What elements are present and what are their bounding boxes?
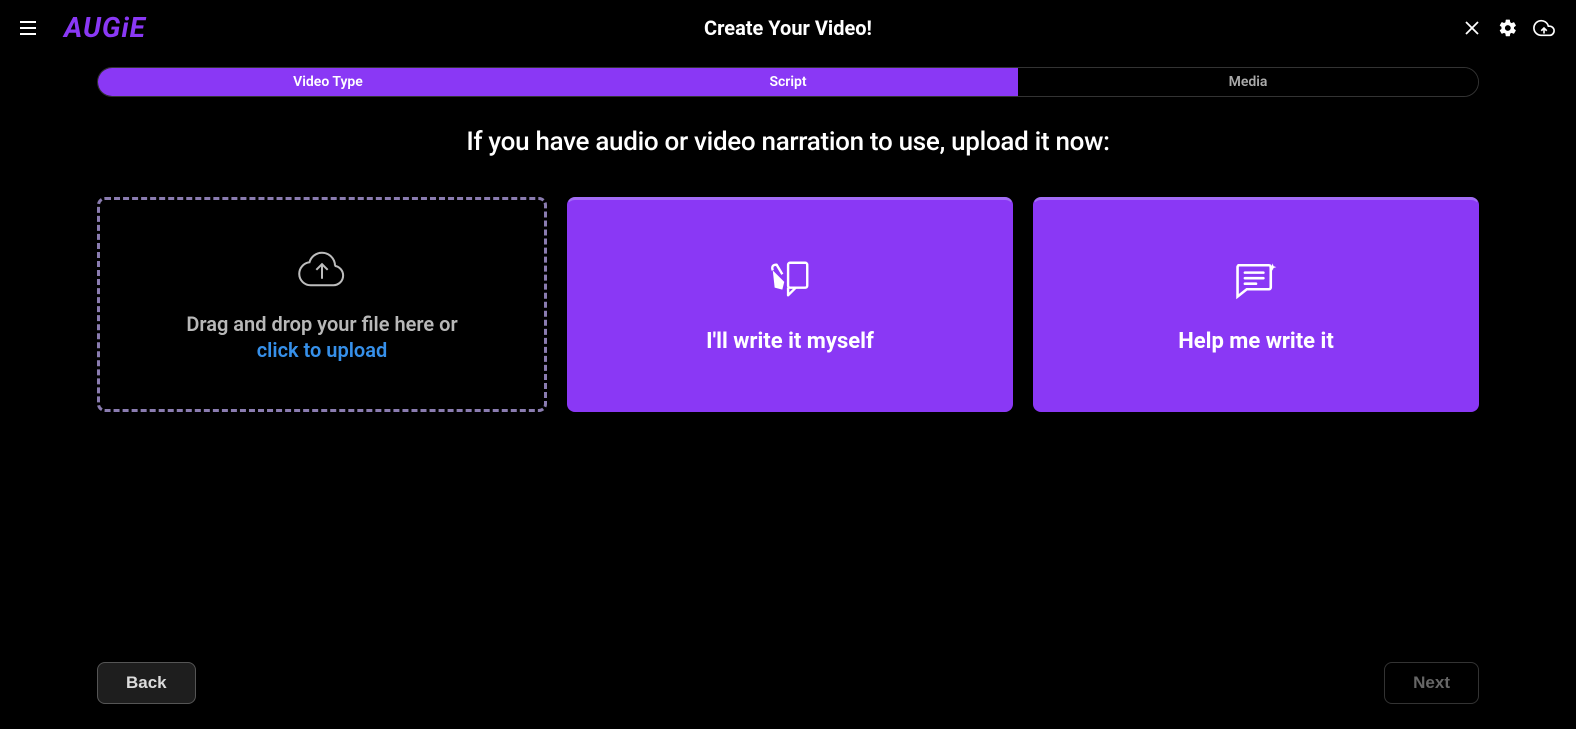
write-myself-label: I'll write it myself: [706, 329, 874, 354]
help-write-card[interactable]: Help me write it: [1033, 197, 1479, 412]
step-media[interactable]: Media: [1018, 68, 1478, 96]
step-script[interactable]: Script: [558, 68, 1018, 96]
upload-text-main: Drag and drop your file here or: [186, 312, 457, 336]
footer-nav: Back Next: [97, 662, 1479, 704]
write-myself-card[interactable]: I'll write it myself: [567, 197, 1013, 412]
gear-icon[interactable]: [1496, 16, 1520, 40]
prompt-heading: If you have audio or video narration to …: [0, 127, 1576, 157]
progress-steps: Video Type Script Media: [97, 67, 1479, 97]
option-row: Drag and drop your file here or click to…: [97, 197, 1479, 412]
step-video-type[interactable]: Video Type: [98, 68, 558, 96]
help-write-label: Help me write it: [1178, 329, 1334, 354]
pen-document-icon: [767, 257, 813, 307]
close-icon[interactable]: [1460, 16, 1484, 40]
header-actions: [1460, 16, 1556, 40]
chat-sparkle-icon: [1232, 257, 1280, 307]
hamburger-menu-icon[interactable]: [20, 16, 44, 40]
page-title: Create Your Video!: [704, 16, 872, 40]
cloud-upload-icon[interactable]: [1532, 16, 1556, 40]
header: AUGiE Create Your Video!: [0, 0, 1576, 55]
back-button[interactable]: Back: [97, 662, 196, 704]
cloud-upload-icon: [296, 248, 348, 294]
upload-dropzone[interactable]: Drag and drop your file here or click to…: [97, 197, 547, 412]
next-button[interactable]: Next: [1384, 662, 1479, 704]
logo: AUGiE: [64, 11, 146, 44]
upload-text: Drag and drop your file here or click to…: [186, 312, 457, 362]
upload-text-link[interactable]: click to upload: [186, 338, 457, 362]
